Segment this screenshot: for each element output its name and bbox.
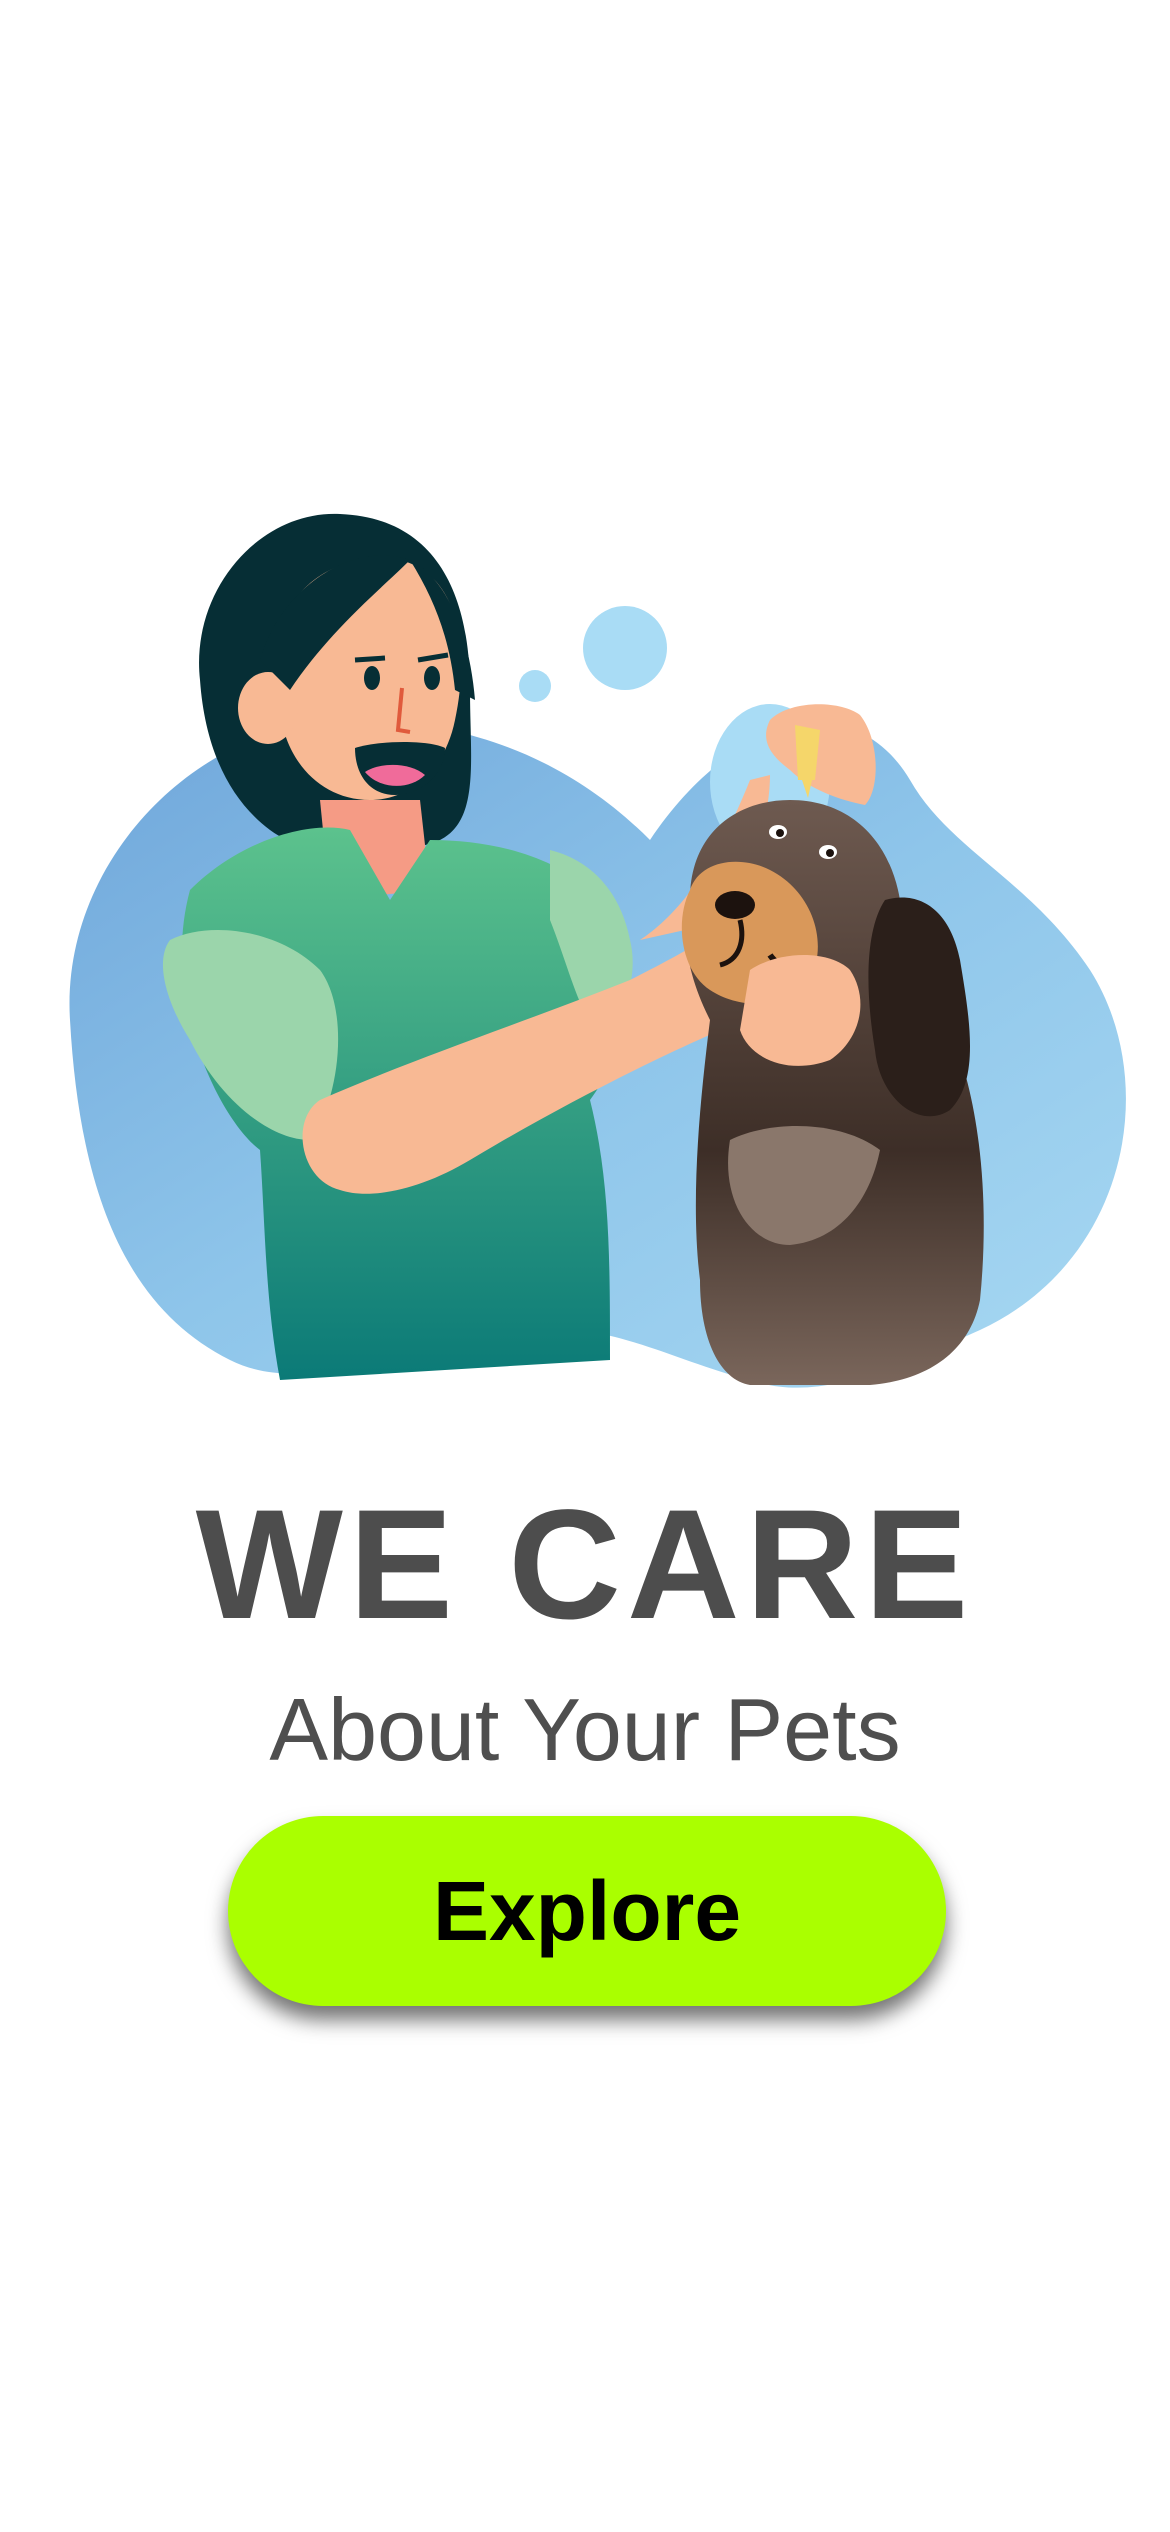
hero-illustration — [50, 500, 1130, 1450]
headline: WE CARE — [195, 1478, 975, 1652]
subheadline: About Your Pets — [269, 1680, 901, 1779]
vet-with-dog-illustration — [69, 513, 1126, 1388]
explore-button[interactable]: Explore — [228, 1816, 946, 2006]
